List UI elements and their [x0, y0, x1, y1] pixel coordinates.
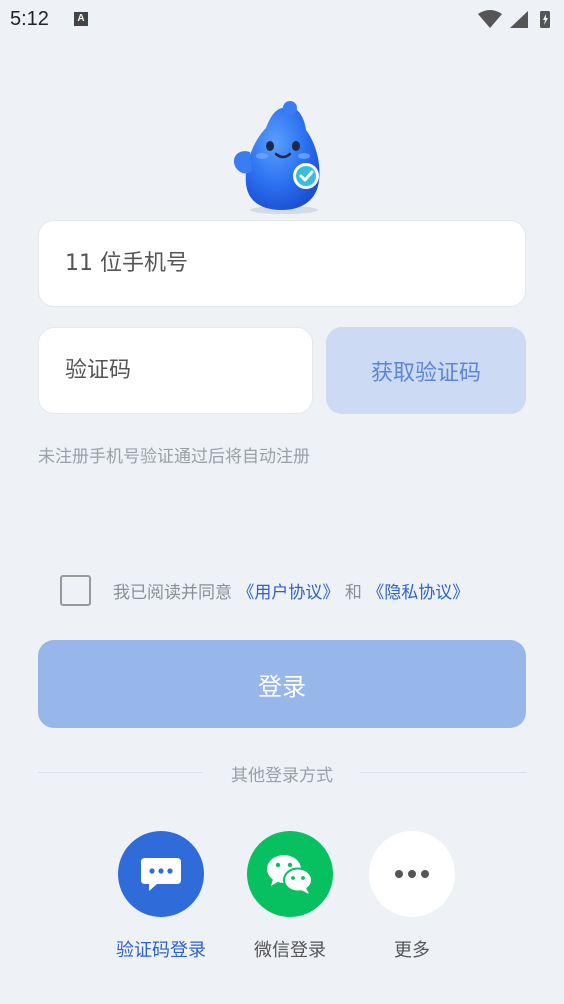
status-time: 5:12 — [10, 8, 49, 30]
wechat-icon — [267, 855, 313, 894]
phone-field[interactable] — [38, 220, 526, 307]
agreement-row: 我已阅读并同意 《用户协议》 和 《隐私协议》 — [60, 574, 469, 606]
user-agreement-link[interactable]: 《用户协议》 — [237, 583, 339, 603]
get-code-button[interactable]: 获取验证码 — [326, 327, 526, 414]
agreement-prefix: 我已阅读并同意 — [113, 582, 232, 603]
agreement-and: 和 — [344, 582, 362, 603]
code-field[interactable] — [38, 327, 313, 414]
sms-chat-icon — [141, 858, 181, 891]
phone-input[interactable] — [39, 221, 525, 306]
more-login-button[interactable] — [369, 831, 455, 917]
verification-code-input[interactable] — [39, 328, 312, 413]
agreement-text: 我已阅读并同意 《用户协议》 和 《隐私协议》 — [113, 578, 469, 603]
privacy-policy-link[interactable]: 《隐私协议》 — [367, 583, 469, 603]
sms-login-label[interactable]: 验证码登录 — [91, 936, 231, 962]
agreement-checkbox[interactable] — [60, 574, 91, 606]
wechat-login-label[interactable]: 微信登录 — [220, 936, 360, 962]
status-icons — [478, 10, 550, 28]
mascot-logo — [233, 101, 320, 214]
login-button[interactable]: 登录 — [38, 640, 526, 728]
status-bar: 5:12 A — [0, 0, 564, 40]
other-login-methods-title: 其他登录方式 — [231, 766, 333, 786]
wechat-login-button[interactable] — [247, 831, 333, 917]
more-login-label[interactable]: 更多 — [342, 936, 482, 962]
auto-register-hint: 未注册手机号验证通过后将自动注册 — [38, 447, 310, 467]
more-dots-icon — [395, 870, 429, 878]
notification-app-icon: A — [74, 12, 88, 26]
cellular-signal-icon — [510, 11, 528, 28]
wifi-icon — [478, 10, 502, 28]
sms-login-button[interactable] — [118, 831, 204, 917]
